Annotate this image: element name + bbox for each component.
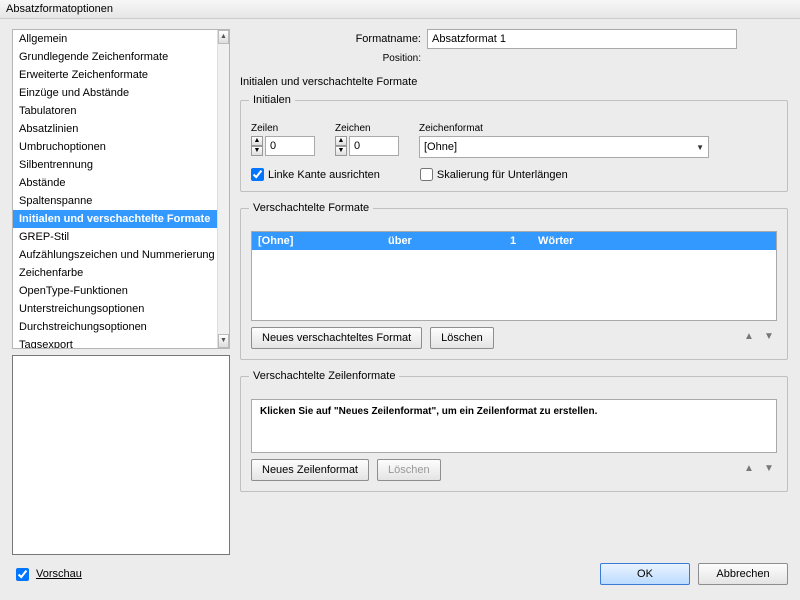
zeilen-down-icon[interactable]: ▼ — [251, 146, 263, 156]
line-formats-list[interactable]: Klicken Sie auf "Neues Zeilenformat", um… — [251, 399, 777, 453]
new-line-format-button[interactable]: Neues Zeilenformat — [251, 459, 369, 481]
sidebar-item[interactable]: Einzüge und Abstände — [13, 84, 229, 102]
move-up-icon[interactable]: ▲ — [741, 462, 757, 478]
zeichen-down-icon[interactable]: ▼ — [335, 146, 347, 156]
zeichenformat-value: [Ohne] — [424, 141, 457, 153]
nested-formats-title: Verschachtelte Formate — [249, 202, 373, 214]
preview-box — [12, 355, 230, 555]
sidebar-item[interactable]: Aufzählungszeichen und Nummerierung — [13, 246, 229, 264]
ok-button[interactable]: OK — [600, 563, 690, 585]
sidebar-item[interactable]: Tabulatoren — [13, 102, 229, 120]
sidebar-item[interactable]: Zeichenfarbe — [13, 264, 229, 282]
preview-checkbox[interactable]: Vorschau — [12, 565, 82, 584]
sidebar-item[interactable]: Grundlegende Zeichenformate — [13, 48, 229, 66]
zeichen-input[interactable] — [349, 136, 399, 156]
delete-line-format-button: Löschen — [377, 459, 441, 481]
dialog-footer: Vorschau OK Abbrechen — [0, 559, 800, 593]
chevron-down-icon: ▼ — [696, 143, 704, 152]
cancel-button[interactable]: Abbrechen — [698, 563, 788, 585]
scrollbar[interactable]: ▲ ▼ — [217, 30, 229, 348]
sidebar-item[interactable]: OpenType-Funktionen — [13, 282, 229, 300]
zeilen-input[interactable] — [265, 136, 315, 156]
sidebar-item[interactable]: Silbentrennung — [13, 156, 229, 174]
sidebar-item[interactable]: Spaltenspanne — [13, 192, 229, 210]
move-down-icon[interactable]: ▼ — [761, 330, 777, 346]
initialen-group-title: Initialen — [249, 94, 295, 106]
position-label: Position: — [291, 53, 421, 64]
nested-formats-list[interactable]: [Ohne] über 1 Wörter — [251, 231, 777, 321]
new-nested-format-button[interactable]: Neues verschachteltes Format — [251, 327, 422, 349]
move-up-icon[interactable]: ▲ — [741, 330, 757, 346]
sidebar-item[interactable]: Erweiterte Zeichenformate — [13, 66, 229, 84]
zeichenformat-label: Zeichenformat — [419, 123, 777, 134]
line-formats-title: Verschachtelte Zeilenformate — [249, 370, 399, 382]
align-left-checkbox[interactable]: Linke Kante ausrichten — [251, 168, 380, 181]
sidebar-item[interactable]: GREP-Stil — [13, 228, 229, 246]
sidebar-item[interactable]: Abstände — [13, 174, 229, 192]
sidebar-item[interactable]: Tagsexport — [13, 336, 229, 349]
main-panel: Formatname: Position: Initialen und vers… — [240, 29, 788, 555]
window-title: Absatzformatoptionen — [0, 0, 800, 19]
content-area: AllgemeinGrundlegende ZeichenformateErwe… — [0, 19, 800, 559]
formatname-input[interactable] — [427, 29, 737, 49]
scroll-up-icon[interactable]: ▲ — [218, 30, 229, 44]
sidebar: AllgemeinGrundlegende ZeichenformateErwe… — [12, 29, 230, 555]
dialog-window: Absatzformatoptionen AllgemeinGrundlegen… — [0, 0, 800, 600]
delete-nested-format-button[interactable]: Löschen — [430, 327, 494, 349]
nested-formats-group: Verschachtelte Formate [Ohne] über 1 Wör… — [240, 208, 788, 360]
sidebar-item[interactable]: Unterstreichungsoptionen — [13, 300, 229, 318]
sidebar-item[interactable]: Initialen und verschachtelte Formate — [13, 210, 229, 228]
line-formats-group: Verschachtelte Zeilenformate Klicken Sie… — [240, 376, 788, 492]
section-heading: Initialen und verschachtelte Formate — [240, 76, 788, 88]
zeilen-label: Zeilen — [251, 123, 315, 134]
line-formats-hint: Klicken Sie auf "Neues Zeilenformat", um… — [260, 406, 597, 417]
zeichen-up-icon[interactable]: ▲ — [335, 136, 347, 146]
sidebar-item[interactable]: Durchstreichungsoptionen — [13, 318, 229, 336]
initialen-group: Initialen Zeilen ▲ ▼ Zeichen — [240, 100, 788, 192]
move-down-icon[interactable]: ▼ — [761, 462, 777, 478]
zeichen-label: Zeichen — [335, 123, 399, 134]
sidebar-item[interactable]: Umbruchoptionen — [13, 138, 229, 156]
zeilen-up-icon[interactable]: ▲ — [251, 136, 263, 146]
sidebar-item[interactable]: Absatzlinien — [13, 120, 229, 138]
sidebar-list[interactable]: AllgemeinGrundlegende ZeichenformateErwe… — [12, 29, 230, 349]
scale-descenders-checkbox[interactable]: Skalierung für Unterlängen — [420, 168, 568, 181]
sidebar-item[interactable]: Allgemein — [13, 30, 229, 48]
zeichenformat-dropdown[interactable]: [Ohne] ▼ — [419, 136, 709, 158]
nested-format-row[interactable]: [Ohne] über 1 Wörter — [252, 232, 776, 250]
scroll-down-icon[interactable]: ▼ — [218, 334, 229, 348]
formatname-label: Formatname: — [291, 33, 421, 45]
